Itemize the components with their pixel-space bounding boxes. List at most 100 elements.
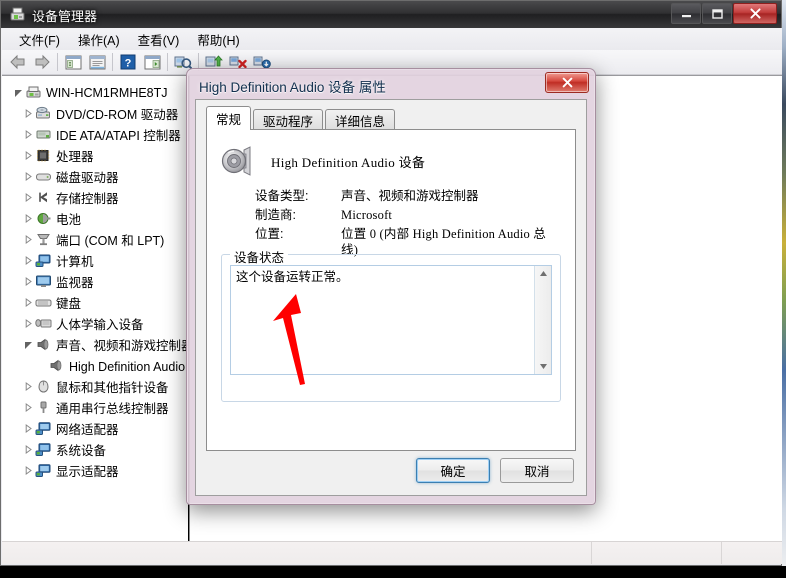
- expander-expand-icon[interactable]: [22, 292, 35, 313]
- menu-view[interactable]: 查看(V): [129, 28, 189, 51]
- tree-item-label: IDE ATA/ATAPI 控制器: [56, 129, 181, 143]
- tab-details[interactable]: 详细信息: [325, 109, 396, 130]
- expander-expand-icon[interactable]: [22, 271, 35, 292]
- tree-item-ports[interactable]: 端口 (COM 和 LPT): [8, 229, 188, 250]
- properties-icon[interactable]: [85, 51, 109, 73]
- tree-item-processor[interactable]: 处理器: [8, 145, 188, 166]
- disk-drive-icon: [35, 168, 52, 185]
- tree-item-ide-controller[interactable]: IDE ATA/ATAPI 控制器: [8, 124, 188, 145]
- expander-expand-icon[interactable]: [22, 313, 35, 334]
- storage-controller-icon: [35, 189, 52, 206]
- tab-general[interactable]: 常规: [206, 106, 252, 130]
- tree-item-monitors[interactable]: 监视器: [8, 271, 188, 292]
- device-info-row-manufacturer: 制造商: Microsoft: [255, 207, 557, 223]
- expander-expand-icon[interactable]: [22, 229, 35, 250]
- tree-item-storage-controllers[interactable]: 存储控制器: [8, 187, 188, 208]
- expander-collapse-icon[interactable]: [12, 82, 25, 103]
- tree-item-label: 网络适配器: [56, 423, 119, 437]
- device-status-box[interactable]: 这个设备运转正常。: [230, 265, 552, 375]
- tree-item-network-adapters[interactable]: 网络适配器: [8, 418, 188, 439]
- expander-expand-icon[interactable]: [22, 187, 35, 208]
- expander-expand-icon[interactable]: [22, 397, 35, 418]
- tab-driver[interactable]: 驱动程序: [253, 109, 324, 130]
- back-icon[interactable]: [6, 51, 30, 73]
- expander-expand-icon[interactable]: [22, 460, 35, 481]
- tree-item-label: 监视器: [56, 276, 94, 290]
- status-bar-segment-second: [592, 542, 722, 564]
- expander-expand-icon[interactable]: [22, 145, 35, 166]
- tree-item-label: 处理器: [56, 150, 94, 164]
- tree-item-sound-video-game-controllers[interactable]: 声音、视频和游戏控制器: [8, 334, 188, 355]
- menu-action[interactable]: 操作(A): [69, 28, 129, 51]
- usb-icon: [35, 399, 52, 416]
- desktop-bottom-edge: [0, 566, 786, 578]
- close-button[interactable]: [733, 3, 777, 24]
- tree-item-mice[interactable]: 鼠标和其他指针设备: [8, 376, 188, 397]
- tree-item-label: 存储控制器: [56, 192, 119, 206]
- ide-controller-icon: [35, 126, 52, 143]
- help-icon[interactable]: ?: [116, 51, 140, 73]
- tree-item-hid[interactable]: 人体学输入设备: [8, 313, 188, 334]
- device-status-group-label: 设备状态: [230, 247, 289, 266]
- dialog-close-button[interactable]: [545, 72, 589, 93]
- tree-item-battery[interactable]: 电池: [8, 208, 188, 229]
- tree-item-usb-controllers[interactable]: 通用串行总线控制器: [8, 397, 188, 418]
- toolbar-separator: [167, 53, 168, 71]
- tree-item-label: 电池: [56, 213, 82, 227]
- sound-icon: [35, 336, 52, 353]
- svg-text:?: ?: [125, 57, 132, 69]
- tree-item-disk-drives[interactable]: 磁盘驱动器: [8, 166, 188, 187]
- speaker-icon: [221, 144, 257, 178]
- device-manager-icon: [9, 6, 26, 23]
- expander-collapse-icon[interactable]: [22, 334, 35, 355]
- hid-icon: [35, 315, 52, 332]
- status-scrollbar[interactable]: [534, 266, 551, 374]
- scroll-up-icon[interactable]: [537, 268, 550, 279]
- expander-expand-icon[interactable]: [22, 124, 35, 145]
- expander-expand-icon[interactable]: [22, 208, 35, 229]
- maximize-button[interactable]: [702, 3, 732, 24]
- manufacturer-label: 制造商:: [255, 208, 296, 222]
- desktop-edge: [782, 0, 786, 578]
- expander-expand-icon[interactable]: [22, 166, 35, 187]
- device-info-row-type: 设备类型: 声音、视频和游戏控制器: [255, 188, 557, 204]
- tree-item-dvd-cdrom[interactable]: DVD/CD-ROM 驱动器: [8, 103, 188, 124]
- tree-item-high-definition-audio-device[interactable]: High Definition Audio 设备: [8, 355, 188, 376]
- tree-item-system-devices[interactable]: 系统设备: [8, 439, 188, 460]
- device-name: High Definition Audio 设备: [271, 155, 426, 170]
- dvd-drive-icon: [35, 105, 52, 122]
- window-title-bar: 设备管理器: [1, 1, 781, 28]
- minimize-button[interactable]: [671, 3, 701, 24]
- console-tree-pane[interactable]: WIN-HCM1RMHE8TJ DVD/CD-ROM 驱动器 IDE ATA/A…: [2, 76, 189, 541]
- sound-device-icon: [48, 357, 65, 374]
- tree-item-display-adapters[interactable]: 显示适配器: [8, 460, 188, 481]
- forward-icon[interactable]: [30, 51, 54, 73]
- expander-expand-icon[interactable]: [22, 418, 35, 439]
- expander-expand-icon[interactable]: [22, 376, 35, 397]
- menu-help[interactable]: 帮助(H): [188, 28, 248, 51]
- tree-item-keyboards[interactable]: 键盘: [8, 292, 188, 313]
- keyboard-icon: [35, 294, 52, 311]
- device-status-group: 设备状态 这个设备运转正常。: [221, 247, 561, 402]
- tree-item-computer[interactable]: 计算机: [8, 250, 188, 271]
- expander-expand-icon[interactable]: [22, 439, 35, 460]
- ports-icon: [35, 231, 52, 248]
- menu-file[interactable]: 文件(F): [10, 28, 69, 51]
- tree-root-node[interactable]: WIN-HCM1RMHE8TJ: [8, 82, 188, 103]
- scroll-down-icon[interactable]: [537, 361, 550, 372]
- show-hide-console-tree-icon[interactable]: [61, 51, 85, 73]
- expander-expand-icon[interactable]: [22, 250, 35, 271]
- status-bar-segment-third: [722, 542, 782, 564]
- device-info-list: 设备类型: 声音、视频和游戏控制器 制造商: Microsoft 位置: 位置 …: [255, 188, 557, 261]
- tree-item-label: 声音、视频和游戏控制器: [56, 339, 189, 353]
- status-bar: [2, 541, 782, 564]
- tree-item-label: DVD/CD-ROM 驱动器: [56, 108, 179, 122]
- menu-bar: 文件(F) 操作(A) 查看(V) 帮助(H): [2, 28, 782, 50]
- network-adapter-icon: [35, 420, 52, 437]
- expander-expand-icon[interactable]: [22, 103, 35, 124]
- ok-button[interactable]: 确定: [416, 458, 490, 483]
- tree-item-label: 系统设备: [56, 444, 107, 458]
- cancel-button[interactable]: 取消: [500, 458, 574, 483]
- computer-icon: [25, 84, 42, 101]
- show-hide-action-pane-icon[interactable]: [140, 51, 164, 73]
